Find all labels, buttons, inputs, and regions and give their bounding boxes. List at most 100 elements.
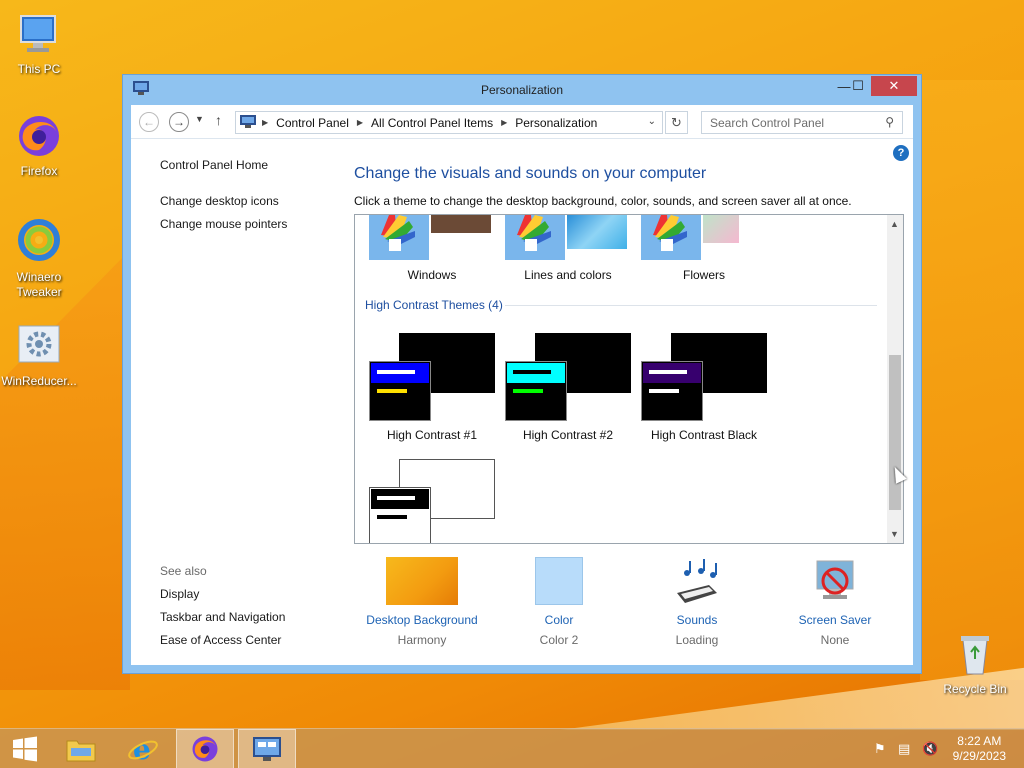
control-panel-icon bbox=[253, 737, 281, 761]
address-field[interactable]: ▶ Control Panel ▶ All Control Panel Item… bbox=[235, 111, 663, 134]
help-icon[interactable]: ? bbox=[893, 145, 909, 161]
theme-list-scrollbar[interactable]: ▲ ▼ bbox=[887, 215, 903, 543]
page-subtitle: Click a theme to change the desktop back… bbox=[354, 194, 852, 208]
color-fan-icon bbox=[505, 215, 565, 260]
taskbar-firefox[interactable] bbox=[176, 729, 234, 768]
screen-saver-link[interactable]: Screen Saver bbox=[770, 613, 900, 627]
desktop-icon-firefox[interactable]: Firefox bbox=[0, 112, 78, 179]
wallpaper-shape bbox=[920, 80, 1024, 680]
theme-label-windows[interactable]: Windows bbox=[364, 268, 500, 282]
chevron-right-icon: ▶ bbox=[501, 118, 508, 127]
theme-label-high-contrast-black[interactable]: High Contrast Black bbox=[636, 428, 772, 442]
desktop-icon-winreducer[interactable]: WinReducer... bbox=[0, 322, 78, 389]
sounds-setting[interactable]: Sounds Loading bbox=[632, 557, 762, 647]
theme-lines-preview bbox=[567, 215, 627, 249]
clock-date: 9/29/2023 bbox=[952, 749, 1006, 763]
sidebar-item-change-mouse-pointers[interactable]: Change mouse pointers bbox=[160, 217, 287, 231]
chevron-right-icon: ▶ bbox=[356, 118, 364, 127]
page-title: Change the visuals and sounds on your co… bbox=[354, 165, 707, 182]
search-input[interactable]: Search Control Panel ⚲ bbox=[701, 111, 903, 134]
up-button[interactable]: ↑ bbox=[215, 112, 222, 128]
firefox-icon bbox=[15, 112, 63, 160]
desktop-background-link[interactable]: Desktop Background bbox=[357, 613, 487, 627]
back-button[interactable]: ← bbox=[139, 112, 159, 132]
desktop-background-setting[interactable]: Desktop Background Harmony bbox=[357, 557, 487, 647]
network-icon[interactable]: ▤ bbox=[898, 741, 910, 757]
sidebar-item-change-desktop-icons[interactable]: Change desktop icons bbox=[160, 194, 287, 208]
color-setting[interactable]: Color Color 2 bbox=[494, 557, 624, 647]
folder-icon bbox=[66, 740, 96, 762]
action-center-flag-icon[interactable]: ⚑ bbox=[874, 741, 886, 757]
taskbar-internet-explorer[interactable]: e bbox=[114, 729, 172, 768]
sounds-value: Loading bbox=[675, 633, 719, 647]
sidebar-item-control-panel-home[interactable]: Control Panel Home bbox=[160, 158, 287, 172]
address-bar: ← → ▼ ↑ ▶ Control Panel ▶ All Control Pa… bbox=[131, 105, 913, 139]
hc1-bar bbox=[377, 389, 407, 393]
internet-explorer-icon: e bbox=[128, 733, 158, 765]
color-value: Color 2 bbox=[539, 633, 579, 647]
sounds-icon bbox=[673, 557, 721, 605]
theme-high-contrast-2[interactable] bbox=[505, 333, 631, 423]
scroll-up-icon[interactable]: ▲ bbox=[890, 219, 899, 229]
search-icon: ⚲ bbox=[885, 115, 894, 129]
forward-button[interactable]: → bbox=[169, 112, 189, 132]
color-link[interactable]: Color bbox=[494, 613, 624, 627]
desktop-icon-winaero-tweaker[interactable]: Winaero Tweaker bbox=[0, 218, 78, 300]
theme-windows-preview bbox=[431, 215, 491, 233]
theme-label-lines-and-colors[interactable]: Lines and colors bbox=[500, 268, 636, 282]
desktop-background-thumbnail bbox=[386, 557, 458, 605]
breadcrumb-control-panel[interactable]: Control Panel bbox=[276, 116, 349, 130]
this-pc-icon bbox=[15, 10, 63, 58]
theme-flowers[interactable] bbox=[641, 215, 701, 260]
start-button[interactable] bbox=[0, 729, 50, 768]
titlebar[interactable]: Personalization — ☐ ✕ bbox=[123, 75, 921, 105]
theme-label-high-contrast-2[interactable]: High Contrast #2 bbox=[500, 428, 636, 442]
back-arrow-icon: ← bbox=[143, 115, 155, 129]
high-contrast-header: High Contrast Themes (4) bbox=[365, 298, 503, 312]
theme-high-contrast-white[interactable] bbox=[369, 459, 495, 543]
theme-windows[interactable] bbox=[369, 215, 429, 260]
chevron-down-icon[interactable]: ⌄ bbox=[648, 116, 656, 127]
hc2-bar bbox=[513, 389, 543, 393]
theme-high-contrast-1[interactable] bbox=[369, 333, 495, 423]
desktop-background-value: Harmony bbox=[397, 633, 447, 647]
recent-locations-dropdown[interactable]: ▼ bbox=[195, 114, 204, 124]
screen-saver-icon bbox=[811, 557, 859, 605]
window-title: Personalization bbox=[480, 83, 564, 97]
sounds-link[interactable]: Sounds bbox=[632, 613, 762, 627]
color-fan-icon bbox=[641, 215, 701, 260]
taskbar-control-panel[interactable] bbox=[238, 729, 296, 768]
personalization-window: Personalization — ☐ ✕ ← → ▼ ↑ ▶ Control … bbox=[122, 74, 922, 674]
refresh-button[interactable]: ↻ bbox=[665, 111, 688, 134]
scrollbar-thumb[interactable] bbox=[889, 355, 901, 510]
recycle-bin-icon bbox=[951, 630, 999, 678]
desktop-icon-recycle-bin[interactable]: Recycle Bin bbox=[936, 630, 1014, 697]
breadcrumb-personalization[interactable]: Personalization bbox=[515, 116, 597, 130]
breadcrumb-all-items[interactable]: All Control Panel Items bbox=[371, 116, 493, 130]
wallpaper-shape bbox=[0, 250, 130, 690]
sidebar: Control Panel Home Change desktop icons … bbox=[160, 158, 287, 231]
theme-high-contrast-black[interactable] bbox=[641, 333, 767, 423]
content-pane: ? Control Panel Home Change desktop icon… bbox=[131, 139, 913, 665]
section-divider bbox=[505, 305, 877, 306]
maximize-button[interactable]: ☐ bbox=[845, 76, 871, 96]
screen-saver-setting[interactable]: Screen Saver None bbox=[770, 557, 900, 647]
theme-label-flowers[interactable]: Flowers bbox=[636, 268, 772, 282]
system-clock[interactable]: 8:22 AM 9/29/2023 bbox=[953, 734, 1006, 764]
theme-lines-and-colors[interactable] bbox=[505, 215, 565, 260]
taskbar: e ⚑ ▤ 🔇 8:22 AM 9/29/2023 bbox=[0, 728, 1024, 768]
color-fan-icon bbox=[369, 215, 429, 260]
see-also-ease-of-access[interactable]: Ease of Access Center bbox=[160, 633, 285, 647]
theme-label-high-contrast-1[interactable]: High Contrast #1 bbox=[364, 428, 500, 442]
firefox-icon bbox=[192, 736, 218, 762]
see-also-display[interactable]: Display bbox=[160, 587, 285, 601]
close-button[interactable]: ✕ bbox=[871, 76, 917, 96]
taskbar-file-explorer[interactable] bbox=[52, 729, 110, 768]
control-panel-icon bbox=[240, 114, 256, 131]
see-also-taskbar-navigation[interactable]: Taskbar and Navigation bbox=[160, 610, 285, 624]
winaero-tweaker-icon bbox=[15, 218, 63, 266]
volume-muted-icon[interactable]: 🔇 bbox=[922, 741, 938, 757]
scroll-down-icon[interactable]: ▼ bbox=[890, 529, 899, 539]
see-also-header: See also bbox=[160, 564, 207, 578]
desktop-icon-this-pc[interactable]: This PC bbox=[0, 10, 78, 77]
